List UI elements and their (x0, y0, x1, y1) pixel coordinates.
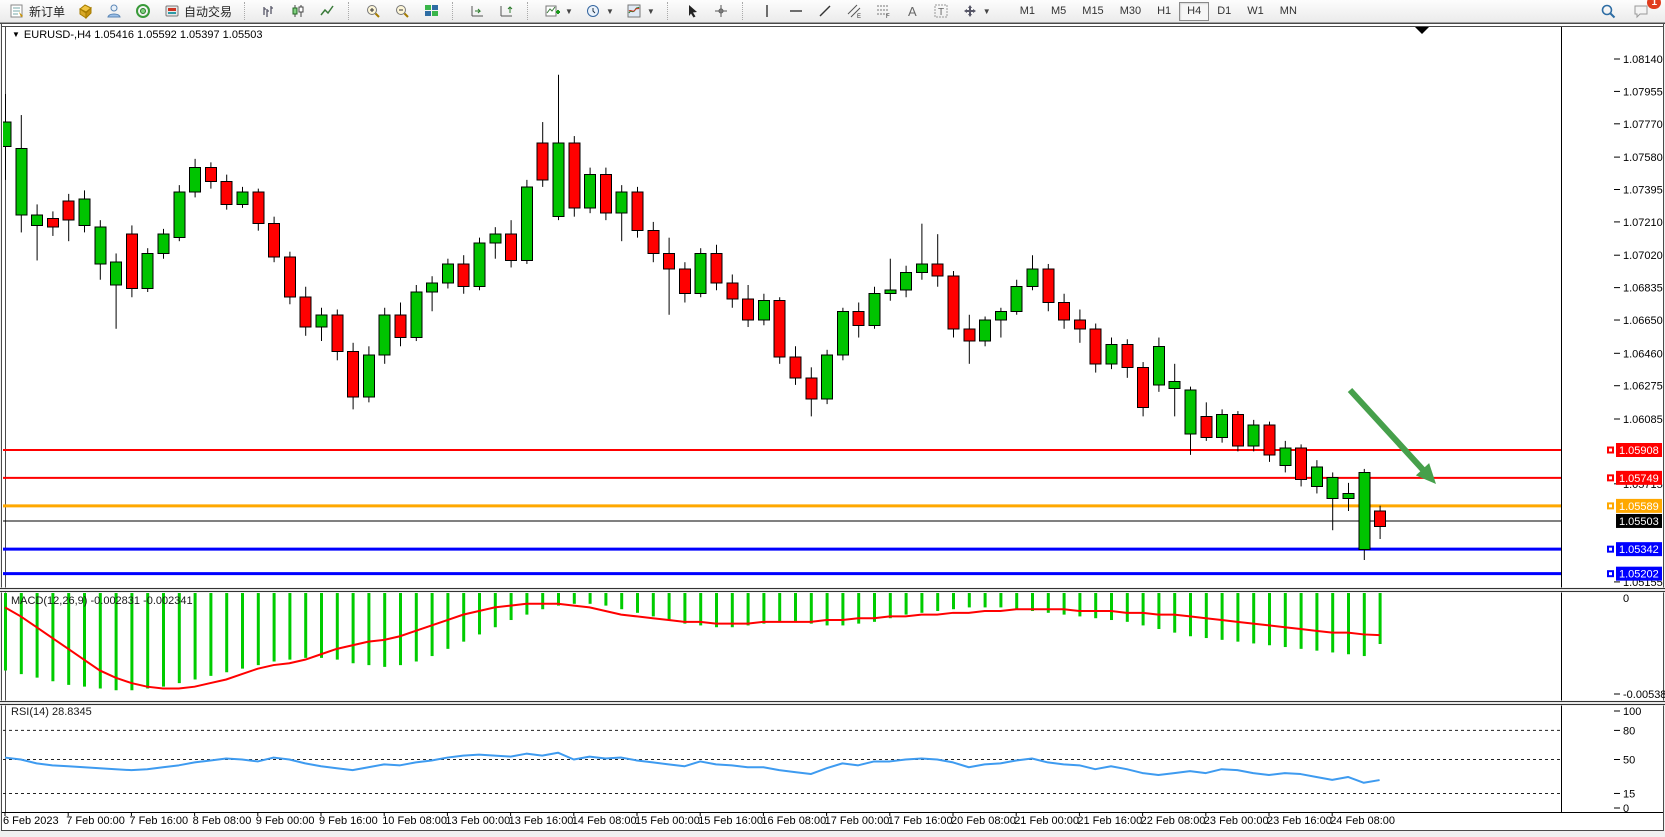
search-button[interactable] (1595, 1, 1622, 21)
rsi-indicator-label: RSI(14) 28.8345 (11, 706, 92, 718)
timeframe-button-h1[interactable]: H1 (1149, 2, 1179, 21)
timeframe-button-m15[interactable]: M15 (1074, 2, 1111, 21)
arrows-button[interactable]: ▼ (957, 1, 996, 21)
new-order-label: 新订单 (29, 3, 65, 20)
new-order-icon (9, 3, 26, 19)
fibonacci-button[interactable]: F (870, 1, 897, 21)
notifications-button[interactable]: 1 (1628, 1, 1655, 21)
crosshair-button[interactable] (708, 1, 735, 21)
timeframe-button-m1[interactable]: M1 (1012, 2, 1043, 21)
arrows-caret: ▼ (983, 7, 991, 16)
line-chart-icon (319, 3, 336, 19)
vertical-line-icon (759, 3, 776, 19)
text-label-button[interactable]: T (928, 1, 955, 21)
macd-values: -0.002831 -0.002341 (90, 595, 192, 607)
indicators-button[interactable]: ▼ (539, 1, 578, 21)
text-button[interactable]: A (899, 1, 926, 21)
svg-text:T: T (938, 7, 944, 18)
package-icon (77, 3, 94, 19)
toolbar-separator (742, 2, 749, 20)
arrows-icon (962, 3, 979, 19)
bar-chart-button[interactable] (256, 1, 283, 21)
chart-ohlc-values: 1.05416 1.05592 1.05397 1.05503 (94, 29, 262, 41)
timeframe-button-m5[interactable]: M5 (1043, 2, 1074, 21)
user-icon (106, 3, 123, 19)
template-button[interactable]: ▼ (621, 1, 660, 21)
clock-icon (585, 3, 602, 19)
crosshair-icon (713, 3, 730, 19)
main-toolbar: 新订单 自动交易 (0, 0, 1665, 23)
vertical-line-button[interactable] (754, 1, 781, 21)
search-icon (1600, 3, 1617, 19)
new-order-button[interactable]: 新订单 (4, 1, 70, 21)
toolbar-separator (527, 2, 534, 20)
package-button[interactable] (72, 1, 99, 21)
notification-badge: 1 (1647, 0, 1661, 9)
horizontal-line-icon (788, 3, 805, 19)
zoom-out-icon (394, 3, 411, 19)
template-icon (626, 3, 643, 19)
toolbar-separator (244, 2, 251, 20)
bar-chart-icon (261, 3, 278, 19)
text-icon: A (904, 3, 921, 19)
timeframe-button-d1[interactable]: D1 (1209, 2, 1239, 21)
rsi-name: RSI(14) (11, 706, 49, 718)
auto-trading-icon (164, 3, 181, 19)
svg-text:F: F (886, 14, 890, 19)
horizontal-line-button[interactable] (783, 1, 810, 21)
fibonacci-icon: F (875, 3, 892, 19)
auto-scroll-button[interactable] (464, 1, 491, 21)
chart-window (2, 24, 1663, 831)
indicators-caret: ▼ (565, 7, 573, 16)
toolbar-right-icons: 1 (1595, 1, 1661, 21)
auto-scroll-icon (469, 3, 486, 19)
timeframe-button-h4[interactable]: H4 (1179, 2, 1209, 21)
rsi-value: 28.8345 (52, 706, 92, 718)
timeframe-toolbar: M1M5M15M30H1H4D1W1MN (1012, 2, 1305, 21)
chart-title-caret-icon[interactable]: ▼ (12, 30, 20, 39)
signals-button[interactable] (130, 1, 157, 21)
cursor-icon (684, 3, 701, 19)
toolbar-separator (452, 2, 459, 20)
timeframe-button-mn[interactable]: MN (1272, 2, 1305, 21)
zoom-in-icon (365, 3, 382, 19)
auto-trading-label: 自动交易 (184, 3, 232, 20)
channel-icon: E (846, 3, 863, 19)
chart-title: ▼ EURUSD-,H4 1.05416 1.05592 1.05397 1.05… (12, 29, 262, 41)
tile-windows-button[interactable] (418, 1, 445, 21)
toolbar-separator (348, 2, 355, 20)
chart-shift-button[interactable] (493, 1, 520, 21)
mt4-application: 新订单 自动交易 (0, 0, 1665, 837)
profile-button[interactable] (101, 1, 128, 21)
candlestick-chart-icon (290, 3, 307, 19)
candlestick-chart-button[interactable] (285, 1, 312, 21)
tile-windows-icon (423, 3, 440, 19)
cursor-button[interactable] (679, 1, 706, 21)
macd-name: MACD(12,26,9) (11, 595, 87, 607)
macd-indicator-label: MACD(12,26,9) -0.002831 -0.002341 (11, 595, 193, 607)
text-label-icon: T (933, 3, 950, 19)
line-chart-button[interactable] (314, 1, 341, 21)
zoom-in-button[interactable] (360, 1, 387, 21)
zoom-out-button[interactable] (389, 1, 416, 21)
trendline-button[interactable] (812, 1, 839, 21)
signal-icon (135, 3, 152, 19)
timeframe-button-w1[interactable]: W1 (1239, 2, 1272, 21)
equidistant-channel-button[interactable]: E (841, 1, 868, 21)
indicators-icon (544, 3, 561, 19)
auto-trading-button[interactable]: 自动交易 (159, 1, 237, 21)
trendline-icon (817, 3, 834, 19)
periods-caret: ▼ (606, 7, 614, 16)
timeframe-button-m30[interactable]: M30 (1112, 2, 1149, 21)
periods-button[interactable]: ▼ (580, 1, 619, 21)
svg-text:A: A (908, 4, 917, 19)
svg-text:E: E (857, 14, 861, 19)
toolbar-separator (667, 2, 674, 20)
template-caret: ▼ (647, 7, 655, 16)
chart-symbol-period: EURUSD-,H4 (24, 29, 91, 41)
chart-shift-icon (498, 3, 515, 19)
